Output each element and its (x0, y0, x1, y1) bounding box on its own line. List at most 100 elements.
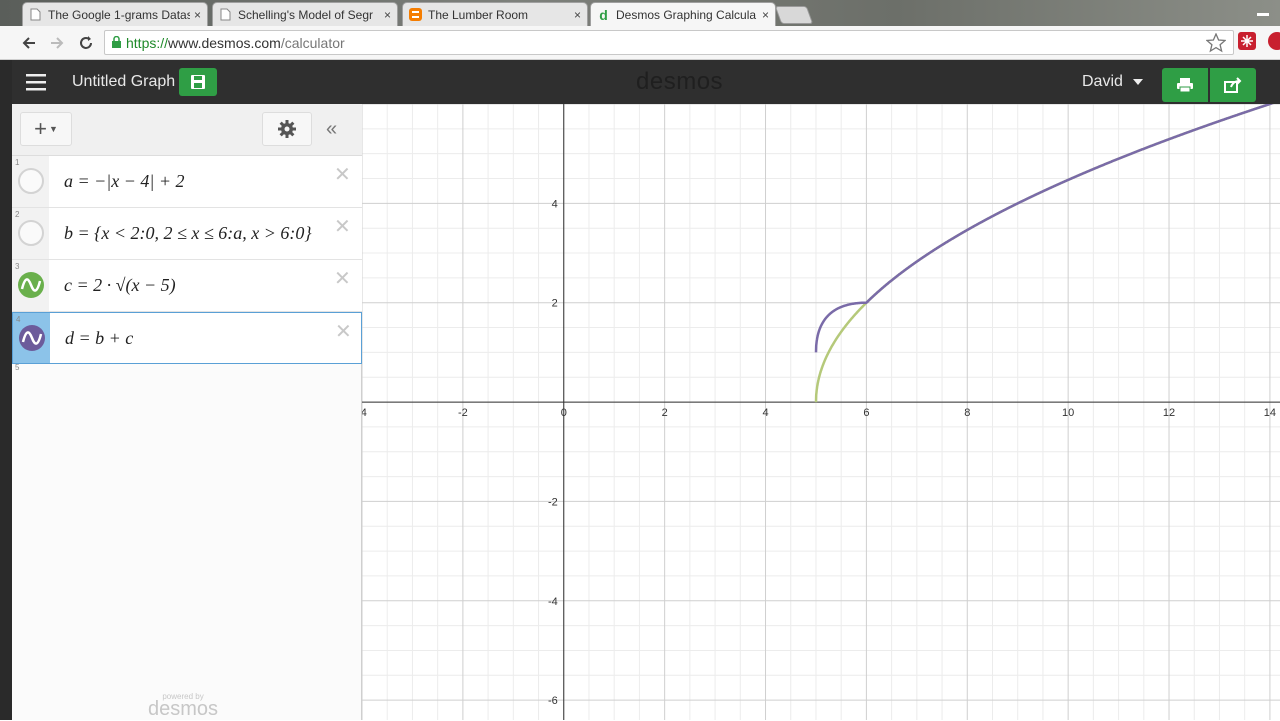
delete-expression-icon[interactable]: ✕ (334, 266, 351, 291)
expression-formula[interactable]: d = b + c (65, 328, 327, 349)
expression-panel: + ▼ « 1 a = −|x − 4| + 2 ✕ 2 b = {x < 2:… (12, 104, 362, 720)
tab-title: The Google 1-grams Datas (48, 7, 190, 22)
share-icon (1224, 77, 1242, 93)
address-bar[interactable]: https://www.desmos.com/calculator (104, 30, 1234, 55)
add-item-button[interactable]: + ▼ (20, 112, 72, 146)
browser-tab-strip: The Google 1-grams Datas × Schelling's M… (0, 0, 1280, 26)
extension-icon[interactable] (1238, 32, 1256, 50)
x-tick-label: 10 (1062, 407, 1074, 419)
expression-number: 5 (15, 363, 20, 372)
desmos-logo: desmos (636, 68, 724, 95)
floppy-disk-icon (191, 75, 205, 89)
x-tick-label: 14 (1264, 407, 1276, 419)
hidden-circle-icon[interactable] (17, 219, 45, 247)
minor-gridlines (362, 104, 1280, 720)
x-tick-label: 4 (762, 407, 768, 419)
expression-formula[interactable]: b = {x < 2:0, 2 ≤ x ≤ 6:a, x > 6:0} (64, 223, 326, 244)
close-icon[interactable]: × (194, 8, 201, 22)
graph-canvas[interactable]: -4 -2 0 2 4 6 8 10 12 14 4 2 -2 -4 -6 (362, 104, 1280, 720)
desmos-favicon-icon: d (599, 6, 608, 23)
powered-by-desmos[interactable]: powered by desmos (148, 692, 218, 721)
x-tick-label: 12 (1163, 407, 1175, 419)
adblock-icon[interactable] (1268, 32, 1280, 50)
x-tick-label: 8 (964, 407, 970, 419)
close-icon[interactable]: × (762, 8, 769, 22)
close-icon[interactable]: × (574, 8, 581, 22)
tick-labels: -4 -2 0 2 4 6 8 10 12 14 4 2 -2 -4 -6 (362, 198, 1276, 707)
graph-wave-icon[interactable] (17, 271, 45, 299)
desmos-header: Untitled Graph desmos David (12, 60, 1280, 104)
url-scheme: https:// (126, 34, 169, 51)
x-tick-label: 6 (863, 407, 869, 419)
graph-paper[interactable]: -4 -2 0 2 4 6 8 10 12 14 4 2 -2 -4 -6 (362, 104, 1280, 720)
back-button[interactable] (17, 31, 41, 55)
expression-number: 4 (16, 315, 21, 324)
expression-number: 1 (15, 158, 20, 167)
expression-formula[interactable]: c = 2 · √(x − 5) (64, 275, 326, 296)
user-name: David (1082, 73, 1123, 90)
browser-tab-3[interactable]: The Lumber Room × (402, 2, 588, 26)
major-gridlines (362, 104, 1280, 720)
x-tick-label: 0 (561, 407, 567, 419)
printer-icon (1177, 78, 1193, 93)
expression-row[interactable]: 3 c = 2 · √(x − 5) ✕ (12, 260, 362, 312)
graph-title[interactable]: Untitled Graph (72, 73, 175, 91)
hamburger-menu-icon[interactable] (26, 72, 46, 92)
reload-button[interactable] (74, 31, 98, 55)
minimize-icon[interactable] (1254, 4, 1272, 16)
expression-number: 2 (15, 210, 20, 219)
browser-tab-2[interactable]: Schelling's Model of Segr × (212, 2, 398, 26)
expression-formula[interactable]: a = −|x − 4| + 2 (64, 171, 326, 192)
x-tick-label: -4 (362, 407, 367, 419)
collapse-panel-icon[interactable]: « (326, 118, 337, 141)
y-tick-label: -6 (548, 695, 558, 707)
plus-icon: + (34, 116, 47, 141)
share-button[interactable] (1210, 68, 1256, 102)
browser-tab-4[interactable]: d Desmos Graphing Calcula × (590, 2, 776, 26)
expression-row-selected[interactable]: 4 d = b + c ✕ (12, 312, 362, 364)
delete-expression-icon[interactable]: ✕ (335, 319, 352, 344)
page-icon (29, 8, 42, 21)
y-tick-label: -2 (548, 496, 558, 508)
tab-title: Schelling's Model of Segr (238, 7, 374, 22)
lock-icon (111, 36, 122, 49)
y-tick-label: -4 (548, 596, 558, 608)
y-tick-label: 2 (552, 298, 558, 310)
settings-button[interactable] (262, 112, 312, 146)
chevron-down-icon (1133, 73, 1144, 91)
expression-row[interactable]: 1 a = −|x − 4| + 2 ✕ (12, 156, 362, 208)
expression-number: 3 (15, 262, 20, 271)
delete-expression-icon[interactable]: ✕ (334, 162, 351, 187)
page-icon (219, 8, 232, 21)
save-button[interactable] (179, 68, 217, 96)
user-menu[interactable]: David (1082, 73, 1144, 91)
axes (362, 104, 1280, 720)
delete-expression-icon[interactable]: ✕ (334, 214, 351, 239)
graph-wave-icon[interactable] (18, 324, 46, 352)
x-tick-label: -2 (458, 407, 468, 419)
chevron-down-icon: ▼ (48, 124, 58, 134)
hidden-circle-icon[interactable] (17, 167, 45, 195)
close-icon[interactable]: × (384, 8, 391, 22)
back-arrow-icon (22, 37, 35, 49)
browser-toolbar: https://www.desmos.com/calculator (0, 26, 1280, 60)
tab-title: Desmos Graphing Calcula (616, 7, 757, 22)
gear-icon (278, 120, 296, 138)
blogger-icon (409, 8, 422, 21)
new-tab-button[interactable] (774, 6, 814, 24)
forward-arrow-icon (51, 37, 64, 49)
print-button[interactable] (1162, 68, 1208, 102)
y-tick-label: 4 (552, 198, 558, 210)
desmos-logo-small: desmos (148, 698, 219, 720)
tab-title: The Lumber Room (428, 7, 529, 22)
x-tick-label: 2 (662, 407, 668, 419)
url-path: /calculator (280, 34, 345, 51)
expression-row[interactable]: 2 b = {x < 2:0, 2 ≤ x ≤ 6:a, x > 6:0} ✕ (12, 208, 362, 260)
bookmark-star-icon[interactable] (1205, 32, 1227, 58)
url-host: www.desmos.com (168, 34, 281, 51)
window-edge (0, 60, 12, 720)
browser-tab-1[interactable]: The Google 1-grams Datas × (22, 2, 208, 26)
forward-button[interactable] (45, 31, 69, 55)
expression-toolbar: + ▼ « (12, 104, 362, 156)
reload-icon (80, 36, 92, 49)
